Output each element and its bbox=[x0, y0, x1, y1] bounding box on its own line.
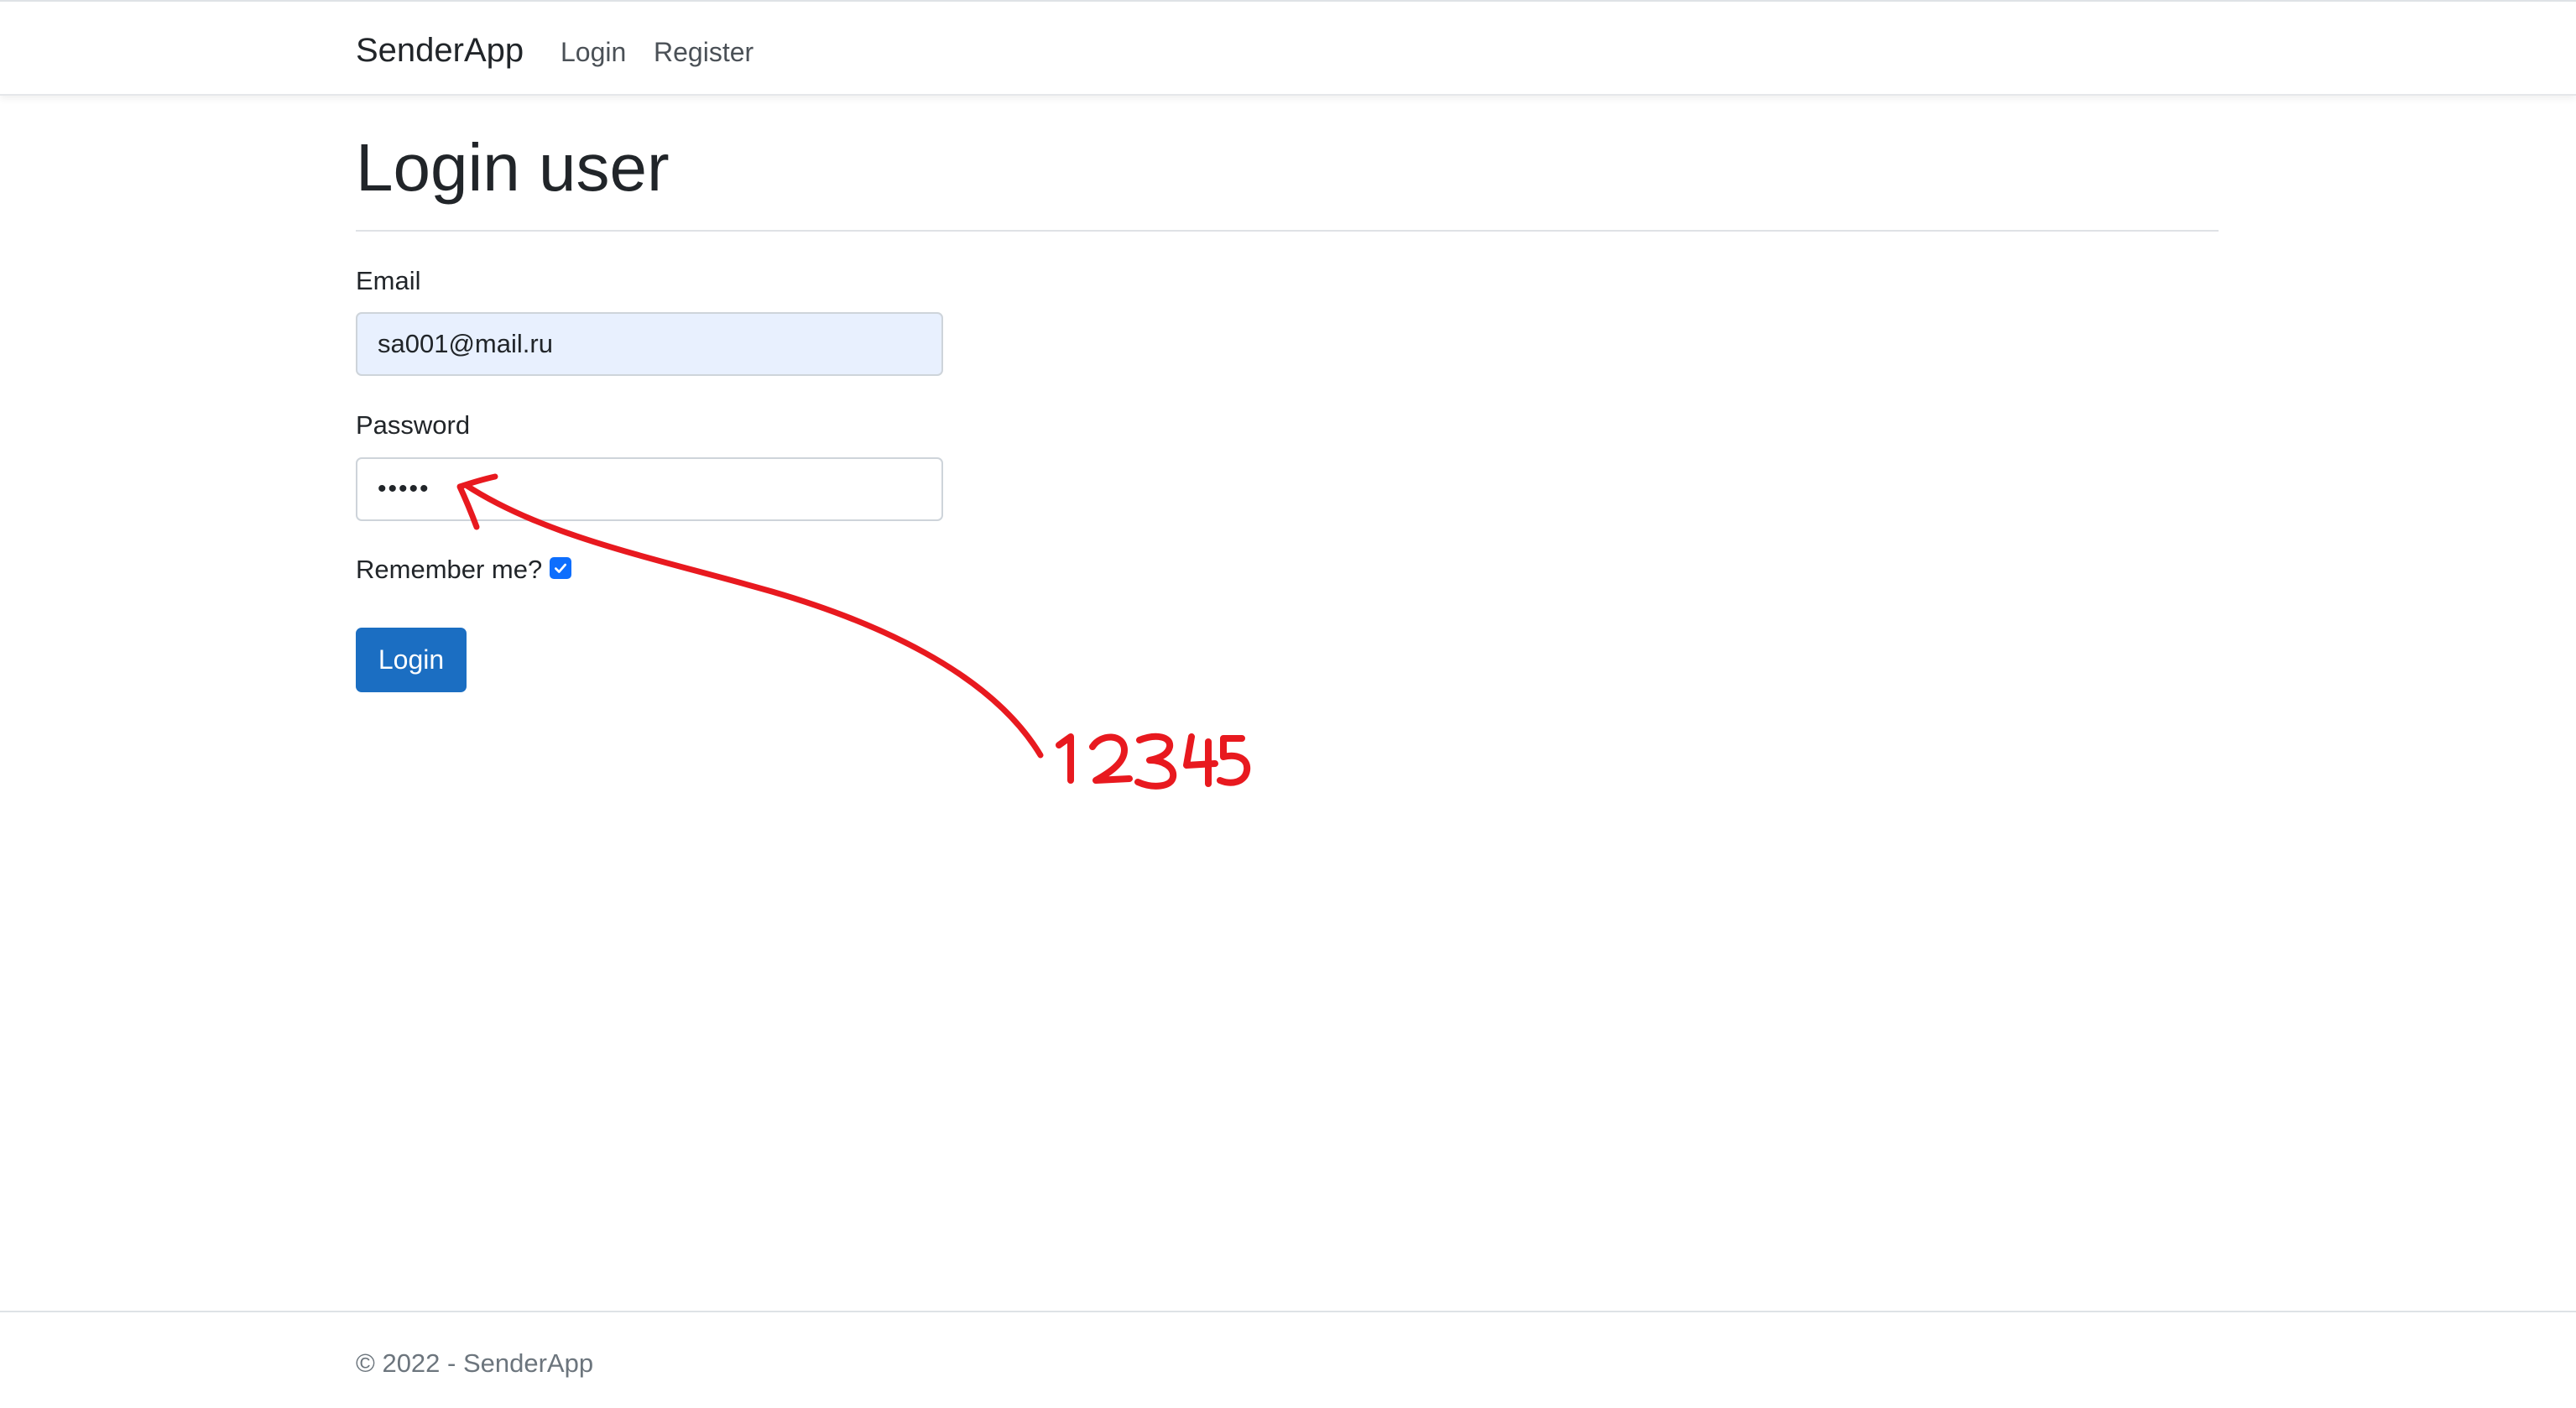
remember-me-checkbox[interactable] bbox=[550, 557, 571, 579]
brand-link[interactable]: SenderApp bbox=[356, 29, 524, 72]
footer-divider bbox=[0, 1311, 2576, 1312]
email-input[interactable] bbox=[356, 312, 943, 376]
password-label: Password bbox=[356, 410, 471, 440]
checkmark-icon bbox=[555, 563, 566, 573]
remember-me-label: Remember me? bbox=[356, 555, 543, 584]
email-label: Email bbox=[356, 266, 421, 295]
annotation-digits bbox=[1056, 733, 1251, 790]
annotation-arrow bbox=[462, 482, 1044, 759]
login-button[interactable]: Login bbox=[356, 628, 467, 692]
nav-login-link[interactable]: Login bbox=[561, 34, 626, 70]
navbar: SenderApp Login Register bbox=[0, 0, 2576, 96]
page-title: Login user bbox=[356, 130, 670, 205]
password-input[interactable] bbox=[356, 457, 943, 521]
page: SenderApp Login Register Login user Emai… bbox=[0, 0, 2576, 1408]
title-divider bbox=[356, 230, 2219, 232]
footer-copyright: © 2022 - SenderApp bbox=[356, 1348, 594, 1378]
nav-register-link[interactable]: Register bbox=[654, 34, 754, 70]
